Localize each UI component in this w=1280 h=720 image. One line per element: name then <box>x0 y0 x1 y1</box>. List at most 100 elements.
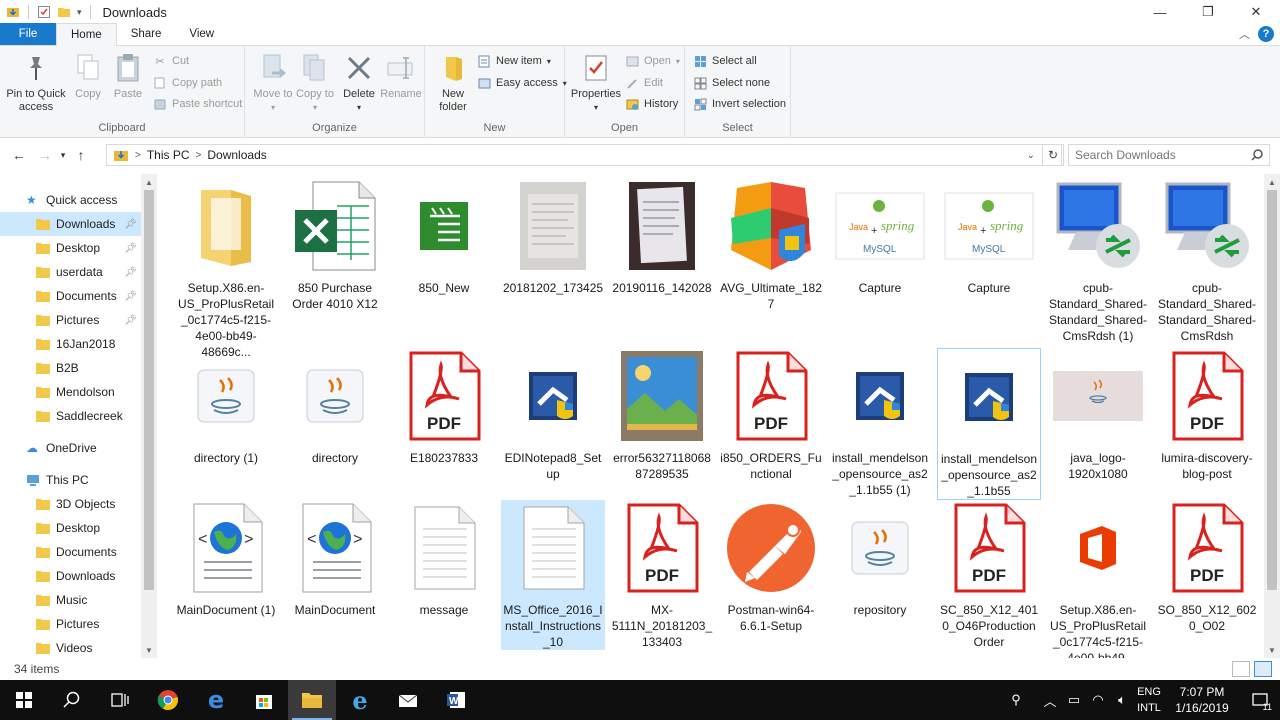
history-button[interactable]: History <box>625 94 678 114</box>
search-box[interactable] <box>1068 144 1270 166</box>
select-none-button[interactable]: Select none <box>693 73 770 93</box>
network-icon[interactable]: ◠ <box>1086 680 1110 720</box>
edge-icon[interactable]: e <box>192 680 240 720</box>
breadcrumb-downloads[interactable]: Downloads <box>207 148 266 162</box>
file-item[interactable]: PDF SO_850_X12_6020_O02 <box>1155 500 1259 634</box>
minimize-icon[interactable]: — <box>1136 0 1184 24</box>
file-item[interactable]: PDF MX-5111N_20181203_133403 <box>610 500 714 650</box>
nav-item-downloads[interactable]: Downloads 📌︎ <box>0 212 141 236</box>
nav-item-16jan2018[interactable]: 16Jan2018 <box>0 332 141 356</box>
input-language[interactable]: ENG INTL <box>1134 684 1164 716</box>
file-item[interactable]: MS_Office_2016_Install_Instructions_10 <box>501 500 605 650</box>
tab-share[interactable]: Share <box>117 23 176 45</box>
address-dropdown-icon[interactable]: ⌄ <box>1027 150 1035 161</box>
file-item[interactable]: 20190116_142028 <box>610 178 714 296</box>
show-hidden-icons-icon[interactable]: ︿ <box>1038 680 1062 720</box>
nav-pc-documents[interactable]: Documents <box>0 540 141 564</box>
up-arrow-icon[interactable]: ↑ <box>70 144 92 166</box>
search-input[interactable] <box>1075 148 1251 162</box>
file-explorer-icon[interactable] <box>288 680 336 720</box>
mail-icon[interactable] <box>384 680 432 720</box>
open-button[interactable]: Open ▾ <box>625 51 680 71</box>
recent-locations-icon[interactable]: ▾ <box>56 144 70 166</box>
new-item-button[interactable]: New item ▾ <box>477 51 551 71</box>
new-folder-button[interactable]: New folder <box>431 52 475 114</box>
file-item[interactable]: java_logo-1920x1080 <box>1046 348 1150 482</box>
move-to-button[interactable]: Move to ▾ <box>251 52 295 114</box>
file-item[interactable]: PDF lumira-discovery-blog-post <box>1155 348 1259 482</box>
select-all-button[interactable]: Select all <box>693 51 757 71</box>
search-icon[interactable] <box>48 680 96 720</box>
chrome-icon[interactable] <box>144 680 192 720</box>
customize-qat-icon[interactable]: ▾ <box>77 7 82 18</box>
store-icon[interactable] <box>240 680 288 720</box>
scrollbar-thumb[interactable] <box>144 190 154 590</box>
paste-shortcut-button[interactable]: Paste shortcut <box>153 94 242 114</box>
scroll-down-icon[interactable]: ▼ <box>1264 642 1280 658</box>
file-item[interactable]: install_mendelson_opensource_as2_1.1b55 <box>937 348 1041 500</box>
action-center-icon[interactable]: 11 <box>1240 680 1280 720</box>
people-icon[interactable]: ⚲ <box>1004 680 1028 720</box>
file-list-scrollbar[interactable]: ▲ ▼ <box>1264 174 1280 658</box>
internet-explorer-icon[interactable]: e <box>336 680 384 720</box>
file-item[interactable]: Java + spring MySQL Capture <box>828 178 932 296</box>
file-item[interactable]: 850_New <box>392 178 496 296</box>
copy-path-button[interactable]: Copy path <box>153 73 222 93</box>
address-bar[interactable]: > This PC > Downloads ⌄ <box>106 144 1062 166</box>
tab-home[interactable]: Home <box>56 23 117 46</box>
new-folder-icon[interactable] <box>57 5 71 19</box>
back-arrow-icon[interactable]: ← <box>8 144 30 166</box>
file-item[interactable]: message <box>392 500 496 618</box>
nav-pc-3d-objects[interactable]: 3D Objects <box>0 492 141 516</box>
breadcrumb-this-pc[interactable]: This PC <box>147 148 190 162</box>
file-item[interactable]: < > MainDocument (1) <box>174 500 278 618</box>
copy-to-button[interactable]: Copy to ▾ <box>293 52 337 114</box>
word-icon[interactable]: W <box>432 680 480 720</box>
volume-icon[interactable]: 🔈︎ <box>1110 680 1134 720</box>
scroll-down-icon[interactable]: ▼ <box>141 642 157 658</box>
nav-item-saddlecreek[interactable]: Saddlecreek <box>0 404 141 428</box>
file-item[interactable]: < > MainDocument <box>283 500 387 618</box>
rename-button[interactable]: Rename <box>379 52 423 101</box>
copy-button[interactable]: Copy <box>70 52 106 101</box>
nav-pc-desktop[interactable]: Desktop <box>0 516 141 540</box>
nav-pc-videos[interactable]: Videos <box>0 636 141 658</box>
nav-item-userdata[interactable]: userdata 📌︎ <box>0 260 141 284</box>
pin-quick-access-button[interactable]: Pin to Quick access <box>4 52 68 114</box>
windows-start-icon[interactable] <box>0 680 48 720</box>
easy-access-button[interactable]: Easy access ▾ <box>477 73 567 93</box>
file-item[interactable]: repository <box>828 500 932 618</box>
file-item[interactable]: 850 Purchase Order 4010 X12 <box>283 178 387 312</box>
nav-pane-scrollbar[interactable]: ▲ ▼ <box>141 174 157 658</box>
file-item[interactable]: install_mendelson_opensource_as2_1.1b55 … <box>828 348 932 498</box>
file-item[interactable]: 20181202_173425 <box>501 178 605 296</box>
restore-icon[interactable]: ❐ <box>1184 0 1232 24</box>
file-item[interactable]: directory <box>283 348 387 466</box>
delete-button[interactable]: Delete ▾ <box>339 52 379 114</box>
tab-file[interactable]: File <box>0 23 56 45</box>
cut-button[interactable]: ✂ Cut <box>153 51 189 71</box>
nav-this-pc[interactable]: This PC <box>0 468 141 492</box>
forward-arrow-icon[interactable]: → <box>34 144 56 166</box>
nav-item-mendolson[interactable]: Mendolson <box>0 380 141 404</box>
scroll-up-icon[interactable]: ▲ <box>1264 174 1280 190</box>
clock[interactable]: 7:07 PM 1/16/2019 <box>1164 684 1240 716</box>
task-view-icon[interactable] <box>96 680 144 720</box>
collapse-ribbon-icon[interactable]: ︿ <box>1239 26 1250 42</box>
refresh-icon[interactable]: ↻ <box>1042 144 1064 166</box>
file-item[interactable]: Java + spring MySQL Capture <box>937 178 1041 296</box>
scroll-up-icon[interactable]: ▲ <box>141 174 157 190</box>
nav-onedrive[interactable]: ☁ OneDrive <box>0 436 141 460</box>
nav-item-documents[interactable]: Documents 📌︎ <box>0 284 141 308</box>
paste-button[interactable]: Paste <box>110 52 146 101</box>
details-view-icon[interactable] <box>1232 661 1250 677</box>
nav-item-b2b[interactable]: B2B <box>0 356 141 380</box>
file-item[interactable]: error5632711806887289535 <box>610 348 714 482</box>
help-icon[interactable]: ? <box>1258 26 1274 42</box>
close-icon[interactable]: ✕ <box>1232 0 1280 24</box>
file-item[interactable]: cpub-Standard_Shared-Standard_Shared-Cms… <box>1046 178 1150 344</box>
scrollbar-thumb[interactable] <box>1267 190 1277 590</box>
file-item[interactable]: Setup.X86.en-US_ProPlusRetail_0c1774c5-f… <box>1046 500 1150 658</box>
nav-quick-access[interactable]: ★ Quick access <box>0 188 141 212</box>
file-item[interactable]: PDF E180237833 <box>392 348 496 466</box>
